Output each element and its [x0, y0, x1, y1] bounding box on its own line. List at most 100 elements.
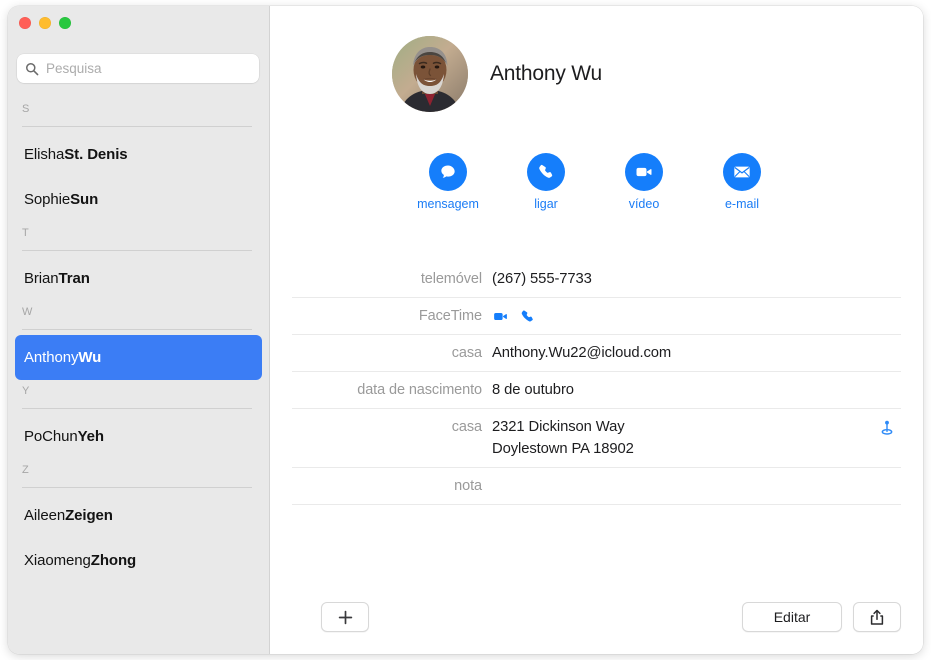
- section-letter: S: [22, 103, 30, 115]
- contact-list-item[interactable]: Brian Tran: [15, 256, 262, 301]
- field-row[interactable]: telemóvel (267) 555-7733: [292, 261, 901, 298]
- traffic-lights: [19, 17, 71, 29]
- field-value-line: Anthony.Wu22@icloud.com: [492, 345, 672, 361]
- section-letter: W: [22, 306, 33, 318]
- search-field[interactable]: [17, 54, 259, 83]
- section-letter: T: [22, 227, 29, 239]
- action-icon-circle: [625, 153, 663, 191]
- field-value-line: 8 de outubro: [492, 382, 574, 398]
- action-icon-circle: [429, 153, 467, 191]
- action-icon-circle: [723, 153, 761, 191]
- field-row[interactable]: nota: [292, 468, 901, 505]
- field-value: [492, 305, 901, 327]
- action-label: e-mail: [724, 197, 760, 211]
- field-value-line: 2321 Dickinson Way: [492, 419, 625, 435]
- field-label: casa: [451, 419, 482, 435]
- contact-list-item[interactable]: Xiaomeng Zhong: [15, 538, 262, 583]
- action-label: mensagem: [417, 197, 479, 211]
- contact-first-name: Sophie: [24, 191, 71, 208]
- section-header-s: S: [22, 98, 258, 132]
- edit-button[interactable]: Editar: [742, 602, 842, 632]
- contact-fields: telemóvel (267) 555-7733 FaceTime casa Antho…: [292, 261, 901, 505]
- phone-icon: [521, 309, 533, 321]
- contact-first-name: PoChun: [24, 428, 78, 445]
- contact-last-name: Yeh: [77, 428, 104, 445]
- contact-last-name: Zhong: [90, 552, 137, 569]
- field-label: telemóvel: [420, 271, 482, 287]
- field-row[interactable]: data de nascimento 8 de outubro: [292, 372, 901, 409]
- contact-last-name: Tran: [58, 270, 90, 287]
- bottom-toolbar: Editar: [270, 588, 923, 654]
- section-header-y: Y: [22, 380, 258, 414]
- phone-icon: [539, 164, 553, 178]
- contact-last-name: Sun: [70, 191, 99, 208]
- field-label: data de nascimento: [357, 382, 482, 398]
- contact-list-item[interactable]: PoChun Yeh: [15, 414, 262, 459]
- search-icon: [25, 62, 39, 76]
- contact-identity: Anthony Wu: [392, 36, 602, 112]
- contact-list-item[interactable]: Sophie Sun: [15, 177, 262, 222]
- sidebar: SElisha St. DenisSophie SunTBrian TranWA…: [8, 6, 270, 654]
- action-label: ligar: [534, 197, 558, 211]
- contact-first-name: Aileen: [24, 507, 66, 524]
- video-icon: [636, 167, 652, 177]
- field-row[interactable]: casa 2321 Dickinson Way Doylestown PA 1890…: [292, 409, 901, 468]
- contact-last-name: St. Denis: [64, 146, 128, 163]
- section-divider: [22, 408, 252, 409]
- contact-list-item[interactable]: Aileen Zeigen: [15, 493, 262, 538]
- minimize-button[interactable]: [39, 17, 51, 29]
- add-contact-button[interactable]: [321, 602, 369, 632]
- facetime-icons[interactable]: [492, 305, 867, 327]
- action-icon-circle: [527, 153, 565, 191]
- avatar[interactable]: [392, 36, 468, 112]
- field-label: FaceTime: [418, 308, 482, 324]
- section-header-t: T: [22, 222, 258, 256]
- contact-list-item[interactable]: Anthony Wu: [15, 335, 262, 380]
- action-label: vídeo: [628, 197, 660, 211]
- field-value-line: (267) 555-7733: [492, 271, 592, 287]
- field-value-line: Doylestown PA 18902: [492, 441, 634, 457]
- contact-list-item[interactable]: Elisha St. Denis: [15, 132, 262, 177]
- contact-list[interactable]: S Elisha St. Denis Sophie Sun T Brian Tran W A…: [8, 98, 269, 654]
- contact-last-name: Wu: [78, 349, 102, 366]
- section-divider: [22, 250, 252, 251]
- field-value: (267) 555-7733: [492, 268, 901, 290]
- field-row[interactable]: FaceTime: [292, 298, 901, 335]
- section-header-w: W: [22, 301, 258, 335]
- section-letter: Z: [22, 464, 29, 476]
- zoom-button[interactable]: [59, 17, 71, 29]
- field-value: 8 de outubro: [492, 379, 901, 401]
- section-divider: [22, 487, 252, 488]
- contact-first-name: Xiaomeng: [24, 552, 91, 569]
- contact-last-name: Zeigen: [65, 507, 113, 524]
- contact-first-name: Anthony: [24, 349, 79, 366]
- contact-first-name: Elisha: [24, 146, 65, 163]
- contact-name: Anthony Wu: [490, 62, 603, 85]
- contact-detail-pane: Anthony Wu mensagem ligar vídeo e-mail tele…: [270, 6, 923, 654]
- action-vdeo-button[interactable]: vídeo: [618, 153, 670, 211]
- action-email-button[interactable]: e-mail: [716, 153, 768, 211]
- field-value: Anthony.Wu22@icloud.com: [492, 342, 901, 364]
- share-button[interactable]: [853, 602, 901, 632]
- contact-first-name: Brian: [24, 270, 59, 287]
- close-button[interactable]: [19, 17, 31, 29]
- field-label: nota: [454, 478, 482, 494]
- section-divider: [22, 329, 252, 330]
- field-row[interactable]: casa Anthony.Wu22@icloud.com: [292, 335, 901, 372]
- video-icon: [494, 312, 507, 320]
- share-icon: [870, 609, 884, 625]
- action-buttons: mensagem ligar vídeo e-mail: [417, 153, 768, 211]
- section-letter: Y: [22, 385, 30, 397]
- contacts-window: SElisha St. DenisSophie SunTBrian TranWA…: [8, 6, 923, 654]
- search-input[interactable]: [46, 61, 251, 76]
- edit-button-label: Editar: [773, 609, 811, 625]
- plus-icon: [338, 610, 352, 624]
- mail-icon: [734, 166, 750, 178]
- section-divider: [22, 126, 252, 127]
- action-mensagem-button[interactable]: mensagem: [417, 153, 479, 211]
- field-label: casa: [451, 345, 482, 361]
- map-pin-icon: [881, 420, 893, 435]
- map-pin-button[interactable]: [877, 418, 897, 443]
- section-header-z: Z: [22, 459, 258, 493]
- action-ligar-button[interactable]: ligar: [520, 153, 572, 211]
